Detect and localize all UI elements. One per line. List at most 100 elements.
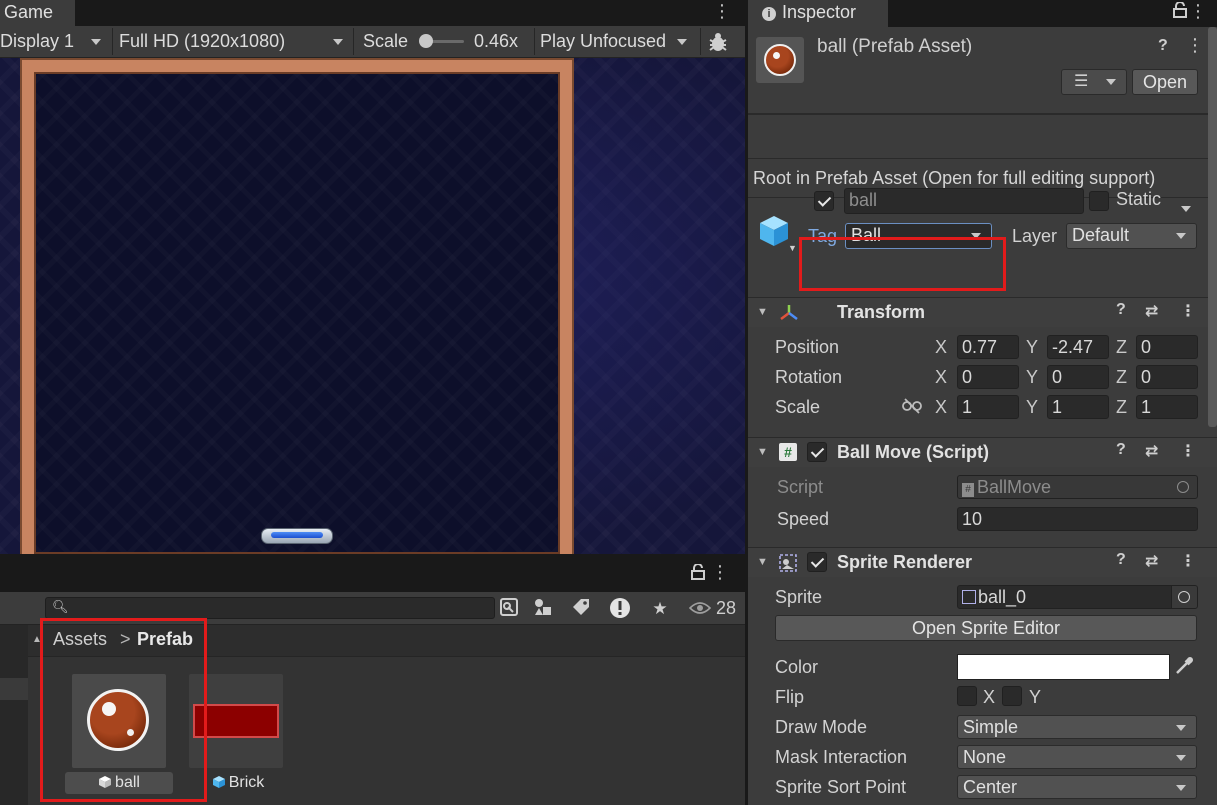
game-viewport[interactable] bbox=[0, 58, 745, 554]
flip-label: Flip bbox=[775, 687, 805, 707]
favorite-star-icon[interactable]: ★ bbox=[647, 597, 673, 621]
component-kebab-menu-icon[interactable]: ⋮ bbox=[1180, 301, 1196, 321]
draw-mode-value: Simple bbox=[963, 717, 1019, 737]
position-x-axis: X bbox=[935, 337, 948, 357]
component-kebab-menu-icon[interactable]: ⋮ bbox=[1180, 551, 1196, 571]
rotation-x-axis: X bbox=[935, 367, 948, 387]
color-swatch[interactable] bbox=[957, 654, 1170, 680]
speed-field[interactable]: 10 bbox=[957, 507, 1198, 531]
game-kebab-menu-icon[interactable]: ⋮ bbox=[713, 0, 731, 22]
sprite-renderer-enabled-checkbox[interactable] bbox=[807, 552, 827, 572]
ball-move-enabled-checkbox[interactable] bbox=[807, 442, 827, 462]
divider bbox=[748, 113, 1217, 115]
eyedropper-icon[interactable] bbox=[1172, 654, 1198, 680]
sprite-renderer-title: Sprite Renderer bbox=[837, 552, 973, 572]
rotation-y-field[interactable]: 0 bbox=[1047, 365, 1109, 389]
chevron-down-icon bbox=[1106, 79, 1116, 85]
constrain-proportions-icon[interactable] bbox=[902, 398, 922, 419]
resolution-dropdown[interactable]: Full HD (1920x1080) bbox=[119, 26, 344, 57]
static-checkbox[interactable] bbox=[1089, 191, 1109, 211]
inspector-tab-label: Inspector bbox=[782, 2, 857, 22]
help-icon[interactable]: ? bbox=[1116, 441, 1126, 459]
position-x-field[interactable]: 0.77 bbox=[957, 335, 1019, 359]
hidden-count-value: 28 bbox=[716, 598, 737, 618]
inspector-scrollbar[interactable] bbox=[1208, 27, 1217, 427]
position-y-field[interactable]: -2.47 bbox=[1047, 335, 1109, 359]
mask-interaction-label: Mask Interaction bbox=[775, 747, 908, 767]
position-label: Position bbox=[775, 337, 840, 357]
foldout-triangle-icon[interactable]: ▼ bbox=[757, 446, 768, 458]
game-tab-bar: Game ⋮ bbox=[0, 0, 745, 26]
project-search-input[interactable]: 🔍︎ bbox=[45, 597, 495, 619]
gameobject-active-checkbox[interactable] bbox=[814, 191, 834, 211]
layer-dropdown[interactable]: Default bbox=[1066, 223, 1197, 249]
project-kebab-menu-icon[interactable]: ⋮ bbox=[711, 562, 729, 583]
filter-by-type-icon[interactable] bbox=[530, 597, 556, 621]
static-dropdown[interactable] bbox=[1181, 198, 1191, 219]
ball-move-header[interactable]: ▼ # Ball Move (Script) ? ⇄ ⋮ bbox=[748, 437, 1217, 467]
search-icon: 🔍︎ bbox=[52, 599, 69, 614]
chevron-down-icon bbox=[1176, 785, 1186, 791]
paddle-core bbox=[271, 532, 323, 538]
lock-icon[interactable] bbox=[691, 563, 705, 585]
draw-mode-label: Draw Mode bbox=[775, 717, 868, 737]
chevron-down-icon bbox=[677, 39, 688, 46]
preset-sliders-icon[interactable]: ⇄ bbox=[1145, 551, 1158, 571]
search-by-type-icon[interactable] bbox=[496, 597, 522, 621]
rotation-x-field[interactable]: 0 bbox=[957, 365, 1019, 389]
help-icon[interactable]: ? bbox=[1116, 301, 1126, 319]
gameobject-cube-icon bbox=[758, 214, 790, 250]
scale-y-field[interactable]: 1 bbox=[1047, 395, 1109, 419]
open-prefab-button[interactable]: Open bbox=[1132, 69, 1198, 95]
lock-icon[interactable] bbox=[1173, 1, 1187, 23]
preset-sliders-icon[interactable]: ⇄ bbox=[1145, 441, 1158, 461]
help-icon[interactable]: ? bbox=[1116, 551, 1126, 569]
icon-picker-caret-icon[interactable]: ▼ bbox=[788, 243, 797, 253]
flip-x-checkbox[interactable] bbox=[957, 686, 977, 706]
asset-kebab-menu-icon[interactable]: ⋮ bbox=[1186, 35, 1204, 56]
sprite-sort-point-label: Sprite Sort Point bbox=[775, 777, 907, 797]
prefab-overrides-dropdown[interactable]: ☰ bbox=[1061, 69, 1127, 95]
object-picker-button[interactable] bbox=[1171, 586, 1197, 608]
sprite-sort-point-dropdown[interactable]: Center bbox=[957, 775, 1197, 799]
display-dropdown[interactable]: Display 1 bbox=[0, 26, 102, 57]
sprite-object-value: ball_0 bbox=[978, 587, 1027, 607]
project-folder-tree[interactable] bbox=[0, 625, 28, 805]
open-sprite-editor-button[interactable]: Open Sprite Editor bbox=[775, 615, 1197, 641]
position-z-axis: Z bbox=[1116, 337, 1127, 357]
inspector-tab[interactable]: i Inspector bbox=[748, 0, 888, 27]
speed-label: Speed bbox=[777, 509, 830, 529]
sprite-object-field[interactable]: ball_0 bbox=[957, 585, 1198, 609]
scale-slider-handle[interactable] bbox=[419, 34, 433, 48]
transform-header[interactable]: ▼ Transform ? ⇄ ⋮ bbox=[748, 297, 1217, 327]
game-tab[interactable]: Game bbox=[0, 0, 75, 26]
layer-dropdown-value: Default bbox=[1072, 225, 1130, 245]
log-types-icon[interactable] bbox=[607, 597, 633, 621]
position-z-field[interactable]: 0 bbox=[1136, 335, 1198, 359]
rotation-z-axis: Z bbox=[1116, 367, 1127, 387]
inspector-kebab-menu-icon[interactable]: ⋮ bbox=[1189, 1, 1207, 22]
mask-interaction-dropdown[interactable]: None bbox=[957, 745, 1197, 769]
draw-mode-dropdown[interactable]: Simple bbox=[957, 715, 1197, 739]
foldout-triangle-icon[interactable]: ▼ bbox=[757, 556, 768, 568]
annotation-highlight-tag bbox=[799, 237, 1006, 291]
rotation-z-field[interactable]: 0 bbox=[1136, 365, 1198, 389]
scale-z-field[interactable]: 1 bbox=[1136, 395, 1198, 419]
bug-icon[interactable] bbox=[706, 26, 734, 57]
play-mode-dropdown[interactable]: Play Unfocused bbox=[540, 26, 688, 57]
sprite-renderer-header[interactable]: ▼ Sprite Renderer ? ⇄ ⋮ bbox=[748, 547, 1217, 577]
flip-y-checkbox[interactable] bbox=[1002, 686, 1022, 706]
scale-x-field[interactable]: 1 bbox=[957, 395, 1019, 419]
help-icon[interactable]: ? bbox=[1158, 37, 1168, 55]
hidden-packages-count[interactable]: 28 bbox=[688, 596, 737, 620]
toolbar-divider bbox=[112, 28, 113, 55]
filter-by-label-icon[interactable] bbox=[568, 597, 594, 621]
gameobject-name-field[interactable]: ball bbox=[844, 188, 1084, 214]
script-object-value: BallMove bbox=[977, 477, 1052, 497]
foldout-triangle-icon[interactable]: ▼ bbox=[757, 306, 768, 318]
preset-sliders-icon[interactable]: ⇄ bbox=[1145, 301, 1158, 321]
component-kebab-menu-icon[interactable]: ⋮ bbox=[1180, 441, 1196, 461]
asset-label-brick[interactable]: Brick bbox=[203, 772, 273, 794]
folder-tree-selected-row[interactable] bbox=[0, 678, 28, 700]
sprite-sort-point-value: Center bbox=[963, 777, 1018, 797]
